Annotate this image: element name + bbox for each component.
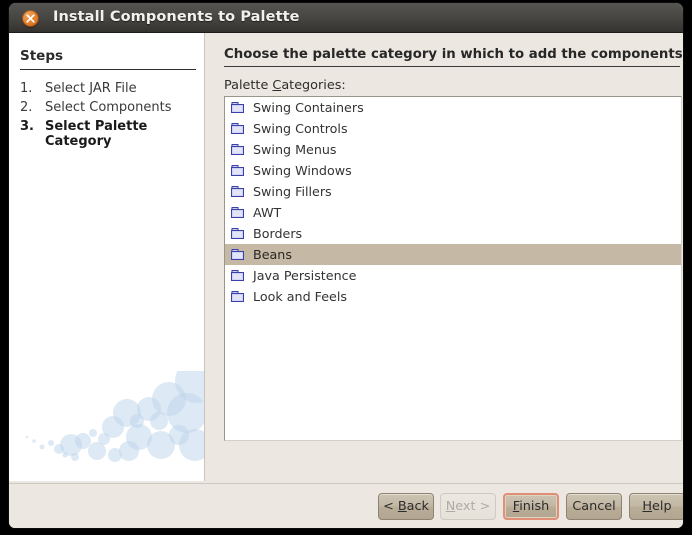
folder-icon-glyph: [231, 122, 244, 134]
list-item[interactable]: Swing Containers: [225, 97, 681, 118]
dialog-content: Steps 1. Select JAR File 2. Select Compone…: [9, 33, 683, 483]
folder-icon-glyph: [231, 101, 244, 113]
label-prefix: Palette: [224, 78, 273, 93]
label-mnemonic: C: [272, 78, 282, 93]
list-item[interactable]: AWT: [225, 202, 681, 223]
page-title-divider: [224, 66, 680, 67]
folder-icon: [230, 268, 246, 284]
button-mnemonic: N: [445, 499, 456, 514]
palette-categories-list[interactable]: Swing Containers Swing Controls Swing Menu…: [224, 96, 682, 441]
folder-icon: [230, 226, 246, 242]
list-item-label: AWT: [253, 205, 282, 220]
step-item-1: 1. Select JAR File: [20, 81, 185, 96]
main-pane: Choose the palette category in which to …: [205, 33, 683, 481]
list-item-label: Swing Controls: [253, 121, 348, 136]
folder-icon: [230, 121, 246, 137]
button-label: Cancel: [572, 499, 616, 514]
next-button[interactable]: Next >: [440, 493, 496, 520]
list-item-label: Borders: [253, 226, 303, 241]
folder-icon-glyph: [231, 143, 244, 155]
list-item[interactable]: Beans: [225, 244, 681, 265]
close-x-glyph: [26, 14, 35, 23]
button-mnemonic: H: [642, 499, 653, 514]
page-title: Choose the palette category in which to …: [224, 47, 683, 62]
folder-icon: [230, 142, 246, 158]
step-label: Select Palette Category: [45, 119, 148, 149]
button-label: < Back: [383, 499, 429, 514]
step-number: 2.: [20, 100, 33, 115]
list-item[interactable]: Swing Windows: [225, 160, 681, 181]
title-bar: Install Components to Palette: [9, 3, 683, 33]
folder-icon: [230, 163, 246, 179]
cancel-button[interactable]: Cancel: [566, 493, 622, 520]
folder-icon-glyph: [231, 227, 244, 239]
button-bar: < Back Next > Finish Cancel Help: [9, 483, 683, 528]
help-button[interactable]: Help: [629, 493, 683, 520]
list-item[interactable]: Swing Menus: [225, 139, 681, 160]
folder-icon-glyph: [231, 248, 244, 260]
list-item[interactable]: Borders: [225, 223, 681, 244]
button-mnemonic: B: [397, 499, 407, 514]
list-item[interactable]: Swing Controls: [225, 118, 681, 139]
steps-title: Steps: [20, 48, 64, 64]
step-label: Select JAR File: [45, 81, 137, 96]
folder-icon-glyph: [231, 185, 244, 197]
button-label: Help: [642, 499, 672, 514]
folder-icon: [230, 247, 246, 263]
palette-categories-label: Palette Categories:: [224, 78, 346, 93]
list-item-label: Look and Feels: [253, 289, 348, 304]
list-item-label: Java Persistence: [253, 268, 357, 283]
step-number: 3.: [20, 119, 34, 134]
list-item-label: Swing Fillers: [253, 184, 332, 199]
steps-pane: Steps 1. Select JAR File 2. Select Compone…: [9, 33, 205, 481]
folder-icon: [230, 289, 246, 305]
list-item[interactable]: Java Persistence: [225, 265, 681, 286]
button-label: Next >: [445, 499, 491, 514]
list-item[interactable]: Look and Feels: [225, 286, 681, 307]
list-item-label: Beans: [253, 247, 292, 262]
list-item-label: Swing Containers: [253, 100, 364, 115]
folder-icon-glyph: [231, 290, 244, 302]
list-item[interactable]: Swing Fillers: [225, 181, 681, 202]
step-number: 1.: [20, 81, 33, 96]
label-suffix: ategories:: [281, 78, 346, 93]
close-icon[interactable]: [22, 10, 39, 27]
folder-icon: [230, 100, 246, 116]
button-label: Finish: [512, 499, 550, 514]
step-label: Select Components: [45, 100, 172, 115]
list-item-label: Swing Menus: [253, 142, 337, 157]
folder-icon: [230, 184, 246, 200]
window-title: Install Components to Palette: [53, 9, 300, 25]
folder-icon-glyph: [231, 269, 244, 281]
finish-button[interactable]: Finish: [503, 493, 559, 520]
step-item-2: 2. Select Components: [20, 100, 185, 115]
list-item-label: Swing Windows: [253, 163, 352, 178]
folder-icon: [230, 205, 246, 221]
step-item-3: 3. Select Palette Category: [20, 119, 185, 149]
back-button[interactable]: < Back: [378, 493, 434, 520]
decorative-bubbles: [25, 371, 204, 462]
steps-divider: [20, 69, 196, 70]
folder-icon-glyph: [231, 164, 244, 176]
folder-icon-glyph: [231, 206, 244, 218]
dialog-window: Install Components to Palette Steps 1. Se…: [9, 3, 683, 528]
